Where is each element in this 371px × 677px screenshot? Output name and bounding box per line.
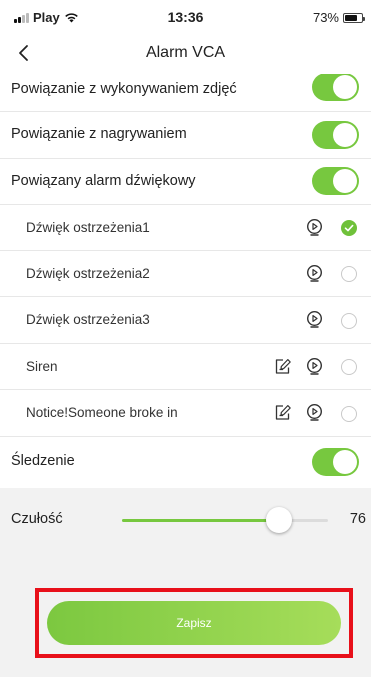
sound-row[interactable]: Dźwięk ostrzeżenia2 bbox=[0, 251, 371, 297]
sound-alarm-toggle[interactable] bbox=[312, 167, 359, 195]
sound-row[interactable]: Dźwięk ostrzeżenia1 bbox=[0, 205, 371, 251]
status-bar: Play 13:36 73% bbox=[0, 0, 371, 32]
sensitivity-row: Czułość 76 bbox=[0, 494, 371, 543]
recording-linkage-row: Powiązanie z nagrywaniem bbox=[0, 112, 371, 159]
recording-linkage-label: Powiązanie z nagrywaniem bbox=[11, 126, 187, 142]
play-preview-icon[interactable] bbox=[306, 357, 323, 376]
sound-select-radio[interactable] bbox=[341, 266, 357, 282]
sound-label: Siren bbox=[26, 359, 58, 374]
tracking-toggle[interactable] bbox=[312, 448, 359, 476]
recording-linkage-toggle[interactable] bbox=[312, 121, 359, 149]
settings-list: Powiązanie z wykonywaniem zdjęć Powiązan… bbox=[0, 74, 371, 488]
status-right: 73% bbox=[312, 10, 365, 25]
sound-row[interactable]: Notice!Someone broke in bbox=[0, 390, 371, 437]
sound-label: Dźwięk ostrzeżenia2 bbox=[26, 266, 150, 281]
sound-label: Dźwięk ostrzeżenia1 bbox=[26, 220, 150, 235]
play-preview-icon[interactable] bbox=[306, 218, 323, 237]
page-title: Alarm VCA bbox=[145, 44, 226, 61]
sound-select-radio[interactable] bbox=[341, 313, 357, 329]
play-preview-icon[interactable] bbox=[306, 403, 323, 422]
edit-icon[interactable] bbox=[275, 358, 292, 375]
tracking-row: Śledzenie bbox=[0, 437, 371, 488]
toggle-knob bbox=[333, 169, 357, 193]
sound-row[interactable]: Dźwięk ostrzeżenia3 bbox=[0, 297, 371, 344]
nav-bar: Alarm VCA bbox=[0, 32, 371, 74]
tracking-label: Śledzenie bbox=[11, 453, 75, 469]
photo-linkage-label: Powiązanie z wykonywaniem zdjęć bbox=[11, 81, 237, 97]
play-preview-icon[interactable] bbox=[306, 310, 323, 329]
sound-label: Dźwięk ostrzeżenia3 bbox=[26, 312, 150, 327]
battery-level bbox=[345, 14, 357, 21]
sound-row[interactable]: Siren bbox=[0, 344, 371, 390]
sound-select-radio[interactable] bbox=[341, 406, 357, 422]
save-area: Zapisz bbox=[0, 543, 371, 677]
slider-fill bbox=[122, 519, 279, 522]
play-preview-icon[interactable] bbox=[306, 264, 323, 283]
battery-icon bbox=[343, 12, 365, 23]
edit-icon[interactable] bbox=[275, 404, 292, 421]
sound-select-radio[interactable] bbox=[341, 220, 357, 236]
toggle-knob bbox=[333, 75, 357, 99]
sound-label: Notice!Someone broke in bbox=[26, 405, 178, 420]
sensitivity-slider[interactable] bbox=[122, 507, 328, 533]
sound-alarm-row: Powiązany alarm dźwiękowy bbox=[0, 159, 371, 205]
toggle-knob bbox=[333, 450, 357, 474]
slider-thumb[interactable] bbox=[266, 507, 292, 533]
battery-percent: 73% bbox=[312, 10, 339, 25]
photo-linkage-toggle[interactable] bbox=[312, 74, 359, 101]
sensitivity-label: Czułość bbox=[11, 511, 63, 527]
toggle-knob bbox=[333, 123, 357, 147]
sensitivity-value: 76 bbox=[349, 511, 366, 527]
save-button[interactable]: Zapisz bbox=[47, 601, 341, 645]
photo-linkage-row: Powiązanie z wykonywaniem zdjęć bbox=[0, 74, 371, 112]
checkmark-icon bbox=[344, 224, 354, 232]
sound-select-radio[interactable] bbox=[341, 359, 357, 375]
sound-alarm-label: Powiązany alarm dźwiękowy bbox=[11, 173, 196, 189]
